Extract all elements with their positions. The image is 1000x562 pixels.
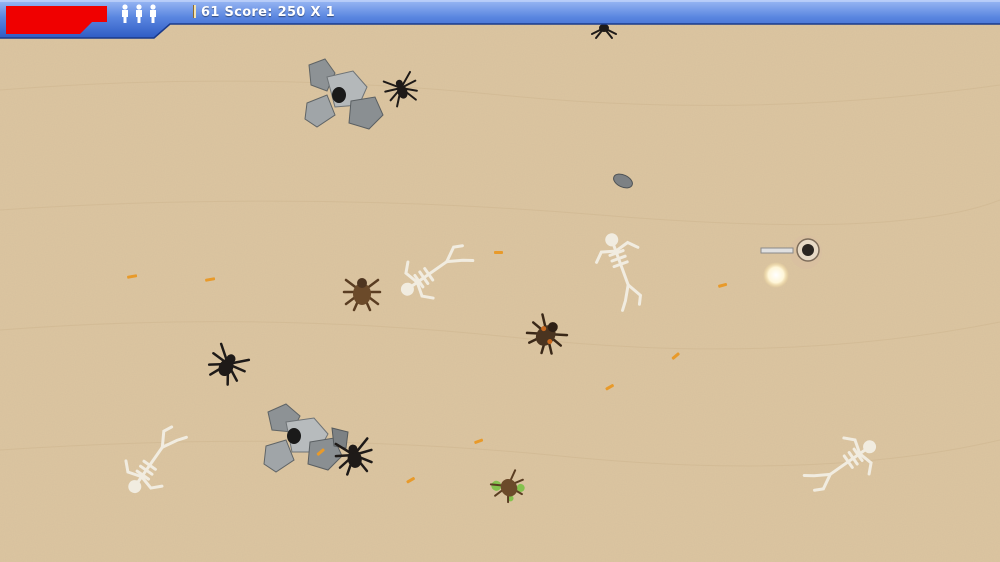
score-multiplier: X 1 <box>310 5 335 20</box>
game-field <box>0 0 1000 562</box>
hud-stats: 61 Score: 250 X 1 <box>193 4 335 22</box>
muzzle-flash <box>763 262 789 288</box>
score-label: Score: <box>224 5 273 20</box>
health-bar <box>6 6 107 34</box>
life-icon <box>136 4 142 23</box>
score-value: 250 <box>277 5 306 20</box>
hud-bar: 61 Score: 250 X 1 <box>0 0 1000 40</box>
ammo-icon <box>193 5 196 18</box>
life-icon <box>122 4 128 23</box>
life-icon <box>150 4 156 23</box>
ammo-count: 61 <box>201 5 220 20</box>
lives-indicator <box>120 4 164 24</box>
